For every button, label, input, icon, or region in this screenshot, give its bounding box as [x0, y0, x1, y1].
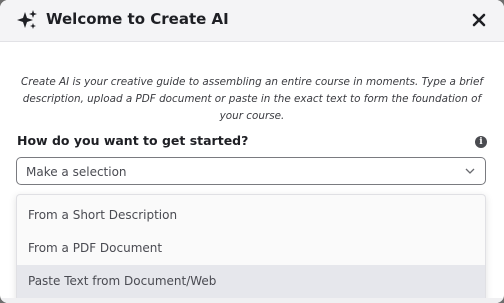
option-short-description[interactable]: From a Short Description [17, 199, 485, 231]
start-question-label: How do you want to get started? [17, 133, 249, 148]
intro-text: Create AI is your creative guide to asse… [20, 76, 483, 122]
option-label: From a PDF Document [28, 241, 163, 255]
option-label: From a Short Description [28, 208, 178, 222]
sparkle-icon [17, 10, 37, 29]
option-label: Paste Text from Document/Web [28, 274, 217, 288]
dialog-header: Welcome to Create AI [0, 0, 504, 42]
close-icon[interactable] [470, 11, 488, 29]
dialog-title: Welcome to Create AI [46, 10, 229, 28]
select-value: Make a selection [26, 165, 127, 179]
start-method-select[interactable]: Make a selection [16, 157, 486, 185]
welcome-dialog: Welcome to Create AI Create AI is your c… [0, 0, 504, 303]
dialog-footer-edge [0, 298, 504, 303]
chevron-down-icon [465, 168, 475, 174]
select-dropdown-menu: From a Short Description From a PDF Docu… [16, 194, 486, 303]
option-pdf-document[interactable]: From a PDF Document [17, 232, 485, 264]
info-icon[interactable]: i [475, 136, 487, 148]
